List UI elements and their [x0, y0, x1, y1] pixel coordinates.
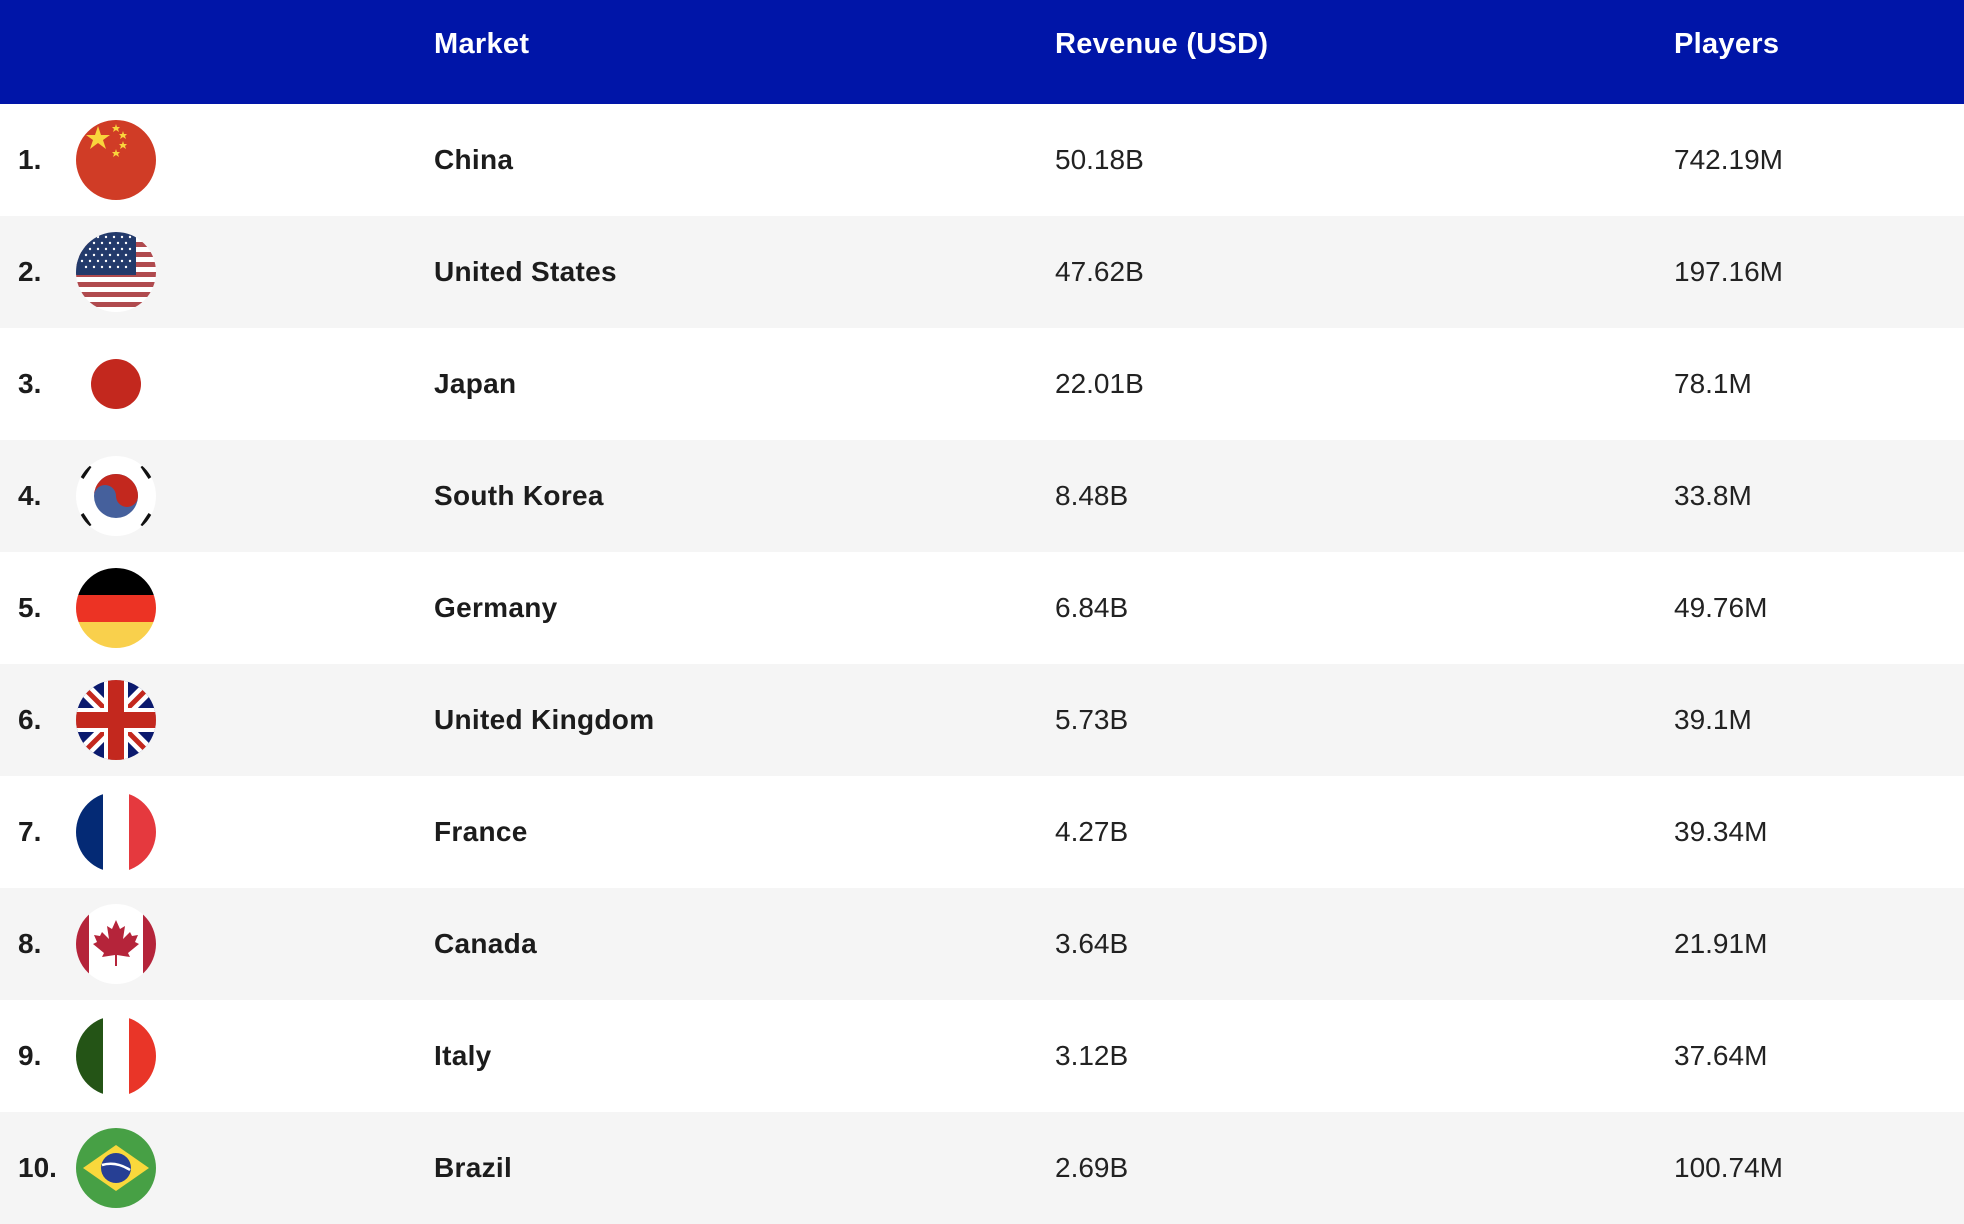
italy-flag-icon: [76, 1016, 156, 1096]
rank: 9.: [18, 1040, 42, 1071]
revenue-value: 47.62B: [1055, 256, 1144, 287]
rank: 2.: [18, 256, 42, 287]
germany-flag-icon: [76, 568, 156, 648]
header-market[interactable]: Market: [434, 0, 529, 88]
rank: 10.: [18, 1152, 57, 1183]
usa-flag-icon: [76, 232, 156, 312]
revenue-value: 4.27B: [1055, 816, 1129, 847]
table-row: 8. Canada 3.64B 21.91M: [0, 888, 1964, 1000]
revenue-value: 2.69B: [1055, 1152, 1129, 1183]
south-korea-flag-icon: [76, 456, 156, 536]
market-name: Canada: [434, 928, 537, 959]
market-name: France: [434, 816, 528, 847]
table-row: 10. Brazil 2.69B 100.74M: [0, 1112, 1964, 1224]
market-name: Italy: [434, 1040, 492, 1071]
china-flag-icon: [76, 120, 156, 200]
table-row: 7. France 4.27B 39.34M: [0, 776, 1964, 888]
brazil-flag-icon: [76, 1128, 156, 1208]
canada-flag-icon: [76, 904, 156, 984]
table-row: 4. South Korea 8.48B 33.8M: [0, 440, 1964, 552]
rank: 6.: [18, 704, 42, 735]
market-name: Brazil: [434, 1152, 513, 1183]
market-name: Germany: [434, 592, 558, 623]
market-name: Japan: [434, 368, 517, 399]
players-value: 197.16M: [1674, 256, 1783, 287]
rank: 4.: [18, 480, 42, 511]
rank: 8.: [18, 928, 42, 959]
rank: 7.: [18, 816, 42, 847]
players-value: 78.1M: [1674, 368, 1752, 399]
players-value: 39.34M: [1674, 816, 1768, 847]
table-header: Market Revenue (USD) Players: [0, 0, 1964, 104]
revenue-value: 5.73B: [1055, 704, 1129, 735]
table-row: 5. Germany 6.84B 49.76M: [0, 552, 1964, 664]
table-row: 9. Italy 3.12B 37.64M: [0, 1000, 1964, 1112]
players-value: 33.8M: [1674, 480, 1752, 511]
revenue-value: 6.84B: [1055, 592, 1129, 623]
market-name: South Korea: [434, 480, 604, 511]
players-value: 742.19M: [1674, 144, 1783, 175]
market-name: United Kingdom: [434, 704, 655, 735]
players-value: 100.74M: [1674, 1152, 1783, 1183]
players-value: 21.91M: [1674, 928, 1768, 959]
rank: 3.: [18, 368, 42, 399]
japan-flag-icon: [76, 344, 156, 424]
france-flag-icon: [76, 792, 156, 872]
players-value: 49.76M: [1674, 592, 1768, 623]
players-value: 37.64M: [1674, 1040, 1768, 1071]
table-row: 3. Japan 22.01B 78.1M: [0, 328, 1964, 440]
header-revenue[interactable]: Revenue (USD): [1055, 0, 1268, 88]
players-value: 39.1M: [1674, 704, 1752, 735]
rank: 1.: [18, 144, 42, 175]
table-row: 6. United Kingdom 5.73B 39.1M: [0, 664, 1964, 776]
rank: 5.: [18, 592, 42, 623]
revenue-value: 8.48B: [1055, 480, 1129, 511]
market-name: China: [434, 144, 514, 175]
revenue-value: 3.64B: [1055, 928, 1129, 959]
market-name: United States: [434, 256, 617, 287]
table-row: 2. United States 47.62B 197.16M: [0, 216, 1964, 328]
revenue-value: 3.12B: [1055, 1040, 1129, 1071]
revenue-value: 22.01B: [1055, 368, 1144, 399]
games-market-ranking-table: Market Revenue (USD) Players 1. China 50…: [0, 0, 1964, 1224]
table-row: 1. China 50.18B 742.19M: [0, 104, 1964, 216]
uk-flag-icon: [76, 680, 156, 760]
revenue-value: 50.18B: [1055, 144, 1144, 175]
header-players[interactable]: Players: [1674, 0, 1779, 88]
